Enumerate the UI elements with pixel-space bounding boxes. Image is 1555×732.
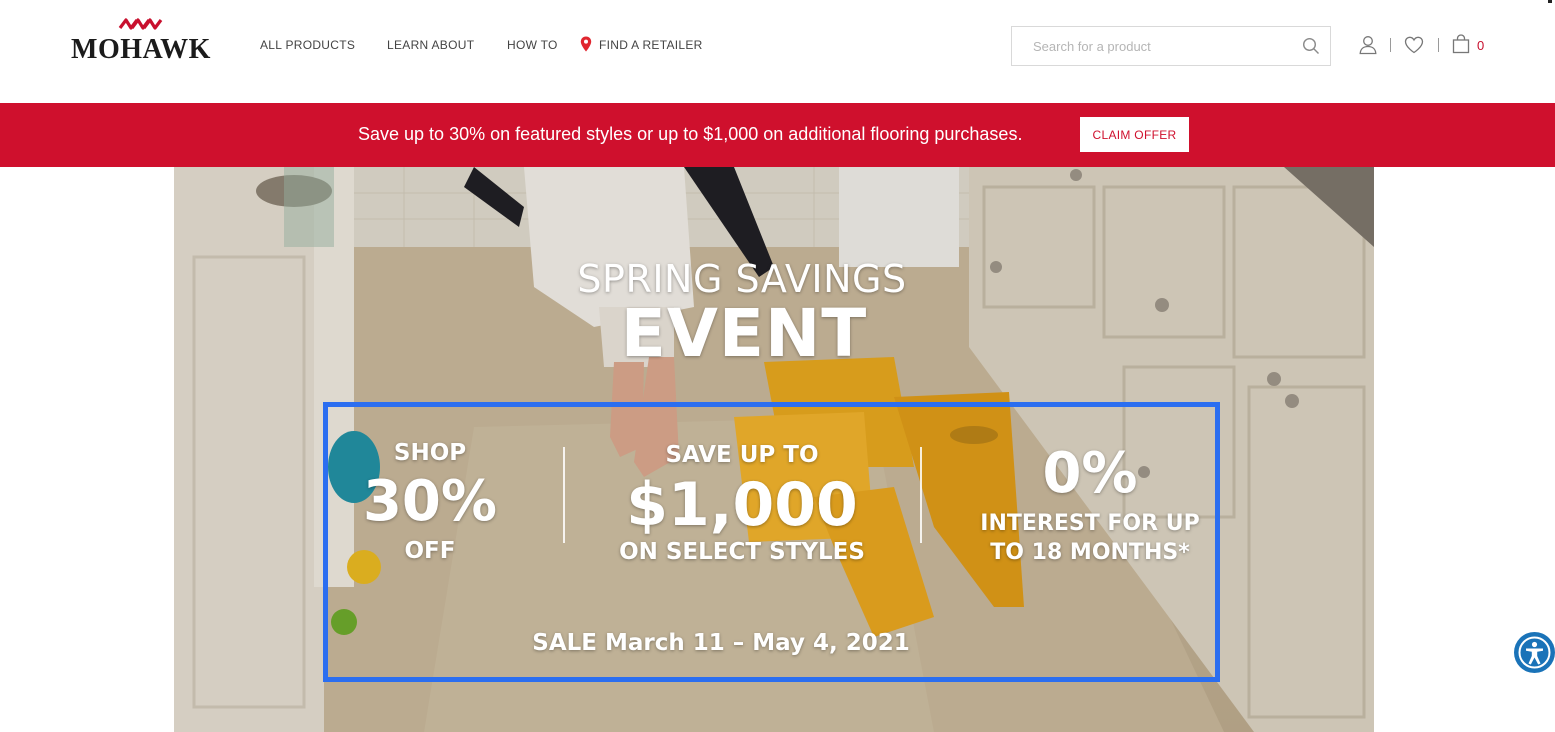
header-separator xyxy=(1438,38,1439,52)
offer-off-label: OFF xyxy=(404,538,456,564)
offer-save-label: SAVE UP TO xyxy=(665,442,819,468)
accessibility-icon xyxy=(1518,636,1551,669)
nav-learn-about[interactable]: LEARN ABOUT xyxy=(387,37,474,53)
offer-1000-amount: $1,000 xyxy=(626,470,858,540)
user-icon[interactable] xyxy=(1359,35,1377,55)
logo-mark-icon xyxy=(118,18,163,30)
offer-30-percent: 30% xyxy=(362,469,498,534)
offer-zero-percent: 0% xyxy=(1042,441,1138,506)
offer-select-styles-label: ON SELECT STYLES xyxy=(619,539,865,565)
shopping-bag-icon[interactable] xyxy=(1452,34,1470,54)
search-box xyxy=(1011,26,1331,66)
nav-all-products[interactable]: ALL PRODUCTS xyxy=(260,37,355,53)
offer-interest-label: INTEREST FOR UP xyxy=(980,511,1200,536)
claim-offer-button[interactable]: CLAIM OFFER xyxy=(1080,117,1189,152)
nav-find-a-retailer[interactable]: FIND A RETAILER xyxy=(599,37,703,53)
sale-dates: SALE March 11 – May 4, 2021 xyxy=(532,630,910,656)
header-separator xyxy=(1390,38,1391,52)
offer-months-label: TO 18 MONTHS* xyxy=(990,540,1190,565)
offer-divider xyxy=(563,447,565,543)
cart-count[interactable]: 0 xyxy=(1477,38,1484,54)
site-header: MOHAWK ALL PRODUCTS LEARN ABOUT HOW TO F… xyxy=(0,0,1555,103)
hero-banner[interactable]: SPRING SAVINGS EVENT SHOP 30% OFF SAVE U… xyxy=(174,167,1374,732)
mohawk-logo[interactable]: MOHAWK xyxy=(70,16,212,65)
hero-title-event: EVENT xyxy=(620,295,868,372)
promo-banner: Save up to 30% on featured styles or up … xyxy=(0,103,1555,167)
search-input[interactable] xyxy=(1012,27,1292,65)
promo-text: Save up to 30% on featured styles or up … xyxy=(358,124,1023,144)
offer-divider xyxy=(920,447,922,543)
logo-text: MOHAWK xyxy=(71,34,211,65)
offer-shop-label: SHOP xyxy=(393,440,467,466)
nav-how-to[interactable]: HOW TO xyxy=(507,37,558,53)
search-icon[interactable] xyxy=(1302,37,1320,55)
accessibility-button[interactable] xyxy=(1514,632,1555,673)
map-pin-icon xyxy=(580,36,592,52)
heart-icon[interactable] xyxy=(1404,36,1424,54)
corner-mark xyxy=(1548,0,1552,3)
